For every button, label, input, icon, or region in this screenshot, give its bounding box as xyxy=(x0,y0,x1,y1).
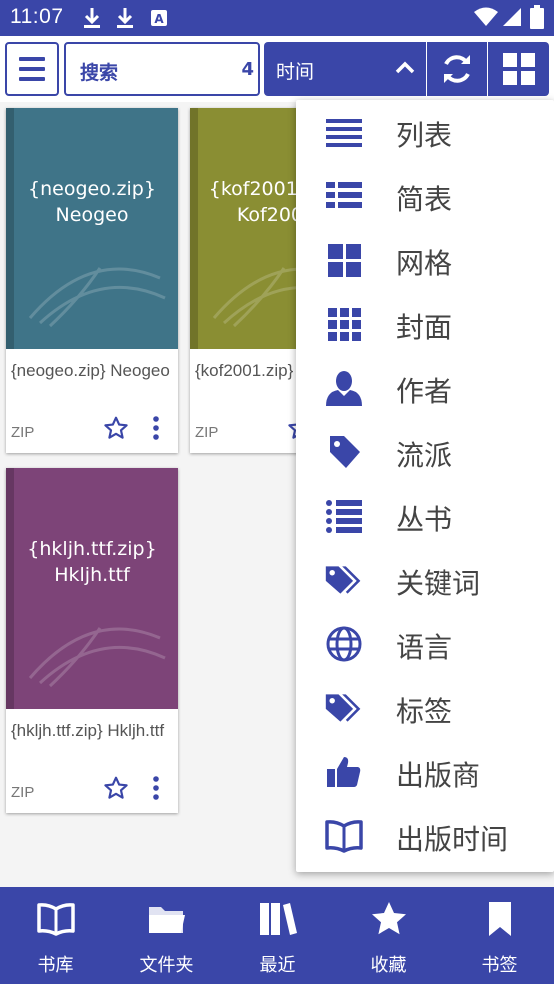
book-card[interactable]: {hkljh.ttf.zip} Hkljh.ttf {hkljh.ttf.zip… xyxy=(6,468,178,813)
dropdown-item-list[interactable]: 列表 xyxy=(296,100,554,164)
battery-icon xyxy=(530,5,544,29)
dropdown-item-language[interactable]: 语言 xyxy=(296,612,554,676)
more-vertical-icon[interactable] xyxy=(151,415,161,441)
tags-icon xyxy=(325,694,361,722)
search-count: 4 xyxy=(241,59,254,80)
download-icon xyxy=(117,8,133,28)
cover-grid-icon xyxy=(328,308,361,341)
nav-item-bookmarks[interactable]: 书签 xyxy=(444,887,554,984)
notification-a-icon: A xyxy=(151,10,167,26)
dropdown-item-author[interactable]: 作者 xyxy=(296,356,554,420)
sort-label: 时间 xyxy=(276,61,315,83)
nav-item-recent[interactable]: 最近 xyxy=(222,887,333,984)
tags-icon xyxy=(325,566,361,594)
dropdown-item-cover[interactable]: 封面 xyxy=(296,292,554,356)
book-format: ZIP xyxy=(11,784,35,801)
open-book-icon xyxy=(37,903,75,936)
cover-logo-icon xyxy=(28,267,166,328)
star-outline-icon[interactable] xyxy=(103,415,129,441)
wifi-icon xyxy=(474,7,498,26)
cover-title-line1: {neogeo.zip} xyxy=(28,178,156,200)
book-card[interactable]: {neogeo.zip} Neogeo {neogeo.zip} Neogeo … xyxy=(6,108,178,453)
search-label: 搜索 xyxy=(80,62,119,84)
signal-icon xyxy=(503,8,521,26)
nav-item-label: 收藏 xyxy=(370,955,407,976)
refresh-icon xyxy=(444,55,470,83)
dropdown-item-keywords[interactable]: 关键词 xyxy=(296,548,554,612)
dropdown-item-genre[interactable]: 流派 xyxy=(296,420,554,484)
dropdown-item-label: 出版商 xyxy=(396,759,481,792)
book-title: {hkljh.ttf.zip} Hkljh.ttf xyxy=(11,721,165,740)
dropdown-item-label: 关键词 xyxy=(396,567,481,600)
book-cover: {hkljh.ttf.zip} Hkljh.ttf xyxy=(6,468,178,709)
book-format: ZIP xyxy=(195,424,219,441)
nav-item-favorites[interactable]: 收藏 xyxy=(333,887,444,984)
dropdown-item-label: 出版时间 xyxy=(396,823,509,856)
dropdown-item-label: 丛书 xyxy=(396,503,453,536)
dropdown-item-label: 作者 xyxy=(396,375,453,408)
dropdown-item-label: 标签 xyxy=(396,695,453,728)
dropdown-item-publish-date[interactable]: 出版时间 xyxy=(296,804,554,868)
bottom-nav: 书库 文件夹 最近 收藏 书签 xyxy=(0,887,554,984)
book-title: {neogeo.zip} Neogeo xyxy=(11,361,170,380)
chevron-up-icon xyxy=(395,61,415,74)
books-icon xyxy=(260,903,297,935)
globe-icon xyxy=(326,626,362,662)
cover-logo-icon xyxy=(28,627,166,688)
tag-icon xyxy=(330,436,360,468)
toolbar: 搜索 4 时间 xyxy=(0,36,554,102)
search-box[interactable]: 搜索 4 xyxy=(64,42,260,96)
nav-item-label: 文件夹 xyxy=(139,955,194,976)
nav-item-label: 最近 xyxy=(259,955,296,976)
refresh-button[interactable] xyxy=(427,42,487,96)
list-icon xyxy=(326,119,362,147)
dropdown-item-label: 网格 xyxy=(396,247,453,280)
view-mode-button[interactable] xyxy=(488,42,549,96)
grid-icon xyxy=(503,53,535,85)
dropdown-item-grid[interactable]: 网格 xyxy=(296,228,554,292)
compact-list-icon xyxy=(326,182,362,208)
download-icon xyxy=(84,8,100,28)
star-icon xyxy=(372,902,406,935)
view-mode-dropdown: 列表 简表 网格 封面 作者 流派 丛书 关键词 语言 标签 出版商 出版时间 xyxy=(296,100,554,872)
more-vertical-icon[interactable] xyxy=(151,775,161,801)
dropdown-item-label: 流派 xyxy=(396,439,453,472)
status-bar: 11:07 A xyxy=(0,0,554,36)
dropdown-item-label: 封面 xyxy=(396,311,453,344)
book-cover: {neogeo.zip} Neogeo xyxy=(6,108,178,349)
status-time: 11:07 xyxy=(10,5,64,28)
bookmark-icon xyxy=(489,902,511,936)
dropdown-item-label: 语言 xyxy=(396,631,453,664)
dropdown-item-series[interactable]: 丛书 xyxy=(296,484,554,548)
dropdown-item-compact-list[interactable]: 简表 xyxy=(296,164,554,228)
svg-text:A: A xyxy=(154,12,164,26)
grid-icon xyxy=(328,244,361,277)
nav-item-library[interactable]: 书库 xyxy=(0,887,111,984)
dropdown-item-label: 列表 xyxy=(396,119,453,152)
dropdown-item-publisher[interactable]: 出版商 xyxy=(296,740,554,804)
nav-item-label: 书签 xyxy=(481,955,518,976)
sort-select[interactable]: 时间 xyxy=(264,42,426,96)
book-format: ZIP xyxy=(11,424,35,441)
star-outline-icon[interactable] xyxy=(103,775,129,801)
dropdown-item-tags[interactable]: 标签 xyxy=(296,676,554,740)
author-icon xyxy=(326,371,362,406)
folder-icon xyxy=(149,907,185,933)
series-icon xyxy=(326,500,362,533)
cover-title-line2: Hkljh.ttf xyxy=(54,564,130,586)
open-book-icon xyxy=(325,820,363,853)
nav-item-folder[interactable]: 文件夹 xyxy=(111,887,222,984)
cover-title-line2: Neogeo xyxy=(55,204,129,226)
thumbs-up-icon xyxy=(327,757,361,787)
menu-button[interactable] xyxy=(5,42,59,96)
cover-title-line1: {hkljh.ttf.zip} xyxy=(27,538,157,560)
nav-item-label: 书库 xyxy=(37,955,74,976)
dropdown-item-label: 简表 xyxy=(396,183,453,216)
